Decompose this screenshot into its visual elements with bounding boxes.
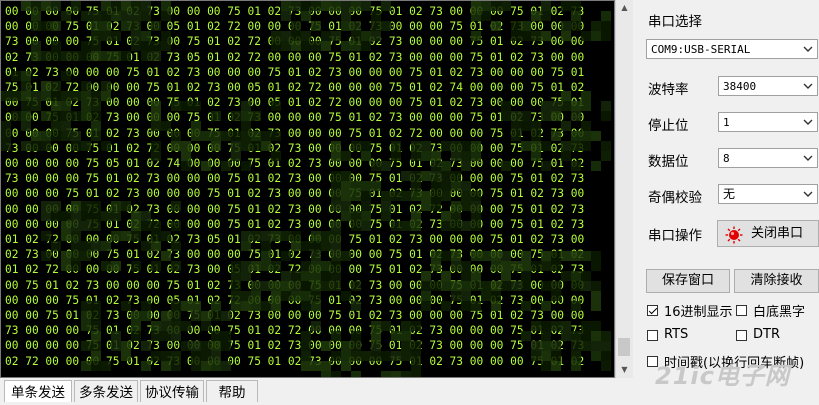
- tab-single-send[interactable]: 单条发送: [4, 380, 72, 402]
- parity-select[interactable]: 无: [718, 184, 818, 204]
- save-window-button[interactable]: 保存窗口: [646, 269, 730, 293]
- baud-value: 38400: [723, 80, 757, 93]
- chevron-down-icon: [803, 46, 813, 52]
- rts-checkbox[interactable]: [647, 330, 658, 341]
- watermark-logo: 21ic电子网: [655, 362, 790, 390]
- save-window-label: 保存窗口: [661, 273, 714, 288]
- rts-label: RTS: [664, 327, 689, 342]
- databits-select[interactable]: 8: [718, 148, 818, 168]
- white-bg-checkbox[interactable]: [736, 305, 747, 316]
- clear-receive-label: 清除接收: [750, 273, 803, 288]
- port-select-label: 串口选择: [648, 14, 702, 30]
- scroll-down-icon[interactable]: ▼: [616, 362, 633, 378]
- close-port-label: 关闭串口: [751, 226, 804, 241]
- chevron-down-icon: [803, 191, 813, 197]
- scroll-thumb[interactable]: [618, 338, 630, 356]
- port-select[interactable]: COM9:USB-SERIAL: [646, 39, 818, 59]
- stopbits-select[interactable]: 1: [718, 112, 818, 132]
- chevron-down-icon: [803, 83, 813, 89]
- databits-label: 数据位: [648, 154, 689, 170]
- tab-help[interactable]: 帮助: [206, 380, 258, 402]
- clear-receive-button[interactable]: 清除接收: [734, 269, 819, 293]
- parity-label: 奇偶校验: [648, 190, 702, 206]
- dtr-checkbox[interactable]: [736, 330, 747, 341]
- dtr-label: DTR: [753, 327, 780, 342]
- tab-protocol[interactable]: 协议传输: [140, 380, 204, 402]
- port-select-value: COM9:USB-SERIAL: [651, 43, 751, 56]
- chevron-down-icon: [803, 155, 813, 161]
- port-status-icon: [725, 226, 743, 244]
- scroll-up-icon[interactable]: ▲: [616, 0, 633, 16]
- chevron-down-icon: [803, 119, 813, 125]
- tab-multi-send[interactable]: 多条发送: [74, 380, 138, 402]
- white-bg-label: 白底黑字: [753, 305, 806, 320]
- baud-label: 波特率: [648, 82, 689, 98]
- hex-display-label: 16进制显示: [664, 305, 733, 320]
- databits-value: 8: [723, 152, 730, 165]
- hex-display-checkbox[interactable]: [647, 305, 658, 316]
- stopbits-label: 停止位: [648, 118, 689, 134]
- parity-value: 无: [723, 187, 736, 201]
- baud-select[interactable]: 38400: [718, 76, 818, 96]
- vertical-scrollbar[interactable]: ▲ ▼: [615, 0, 633, 378]
- port-op-label: 串口操作: [648, 228, 702, 244]
- settings-panel: 串口选择 COM9:USB-SERIAL 波特率 38400 停止位 1 数据位…: [640, 0, 819, 402]
- stopbits-value: 1: [723, 116, 730, 129]
- receive-text: 00 00 00 00 75 01 02 73 00 00 00 75 01 0…: [5, 5, 585, 368]
- receive-terminal[interactable]: 00 00 00 00 75 01 02 73 00 00 00 75 01 0…: [0, 0, 615, 378]
- close-port-button[interactable]: 关闭串口: [717, 220, 819, 247]
